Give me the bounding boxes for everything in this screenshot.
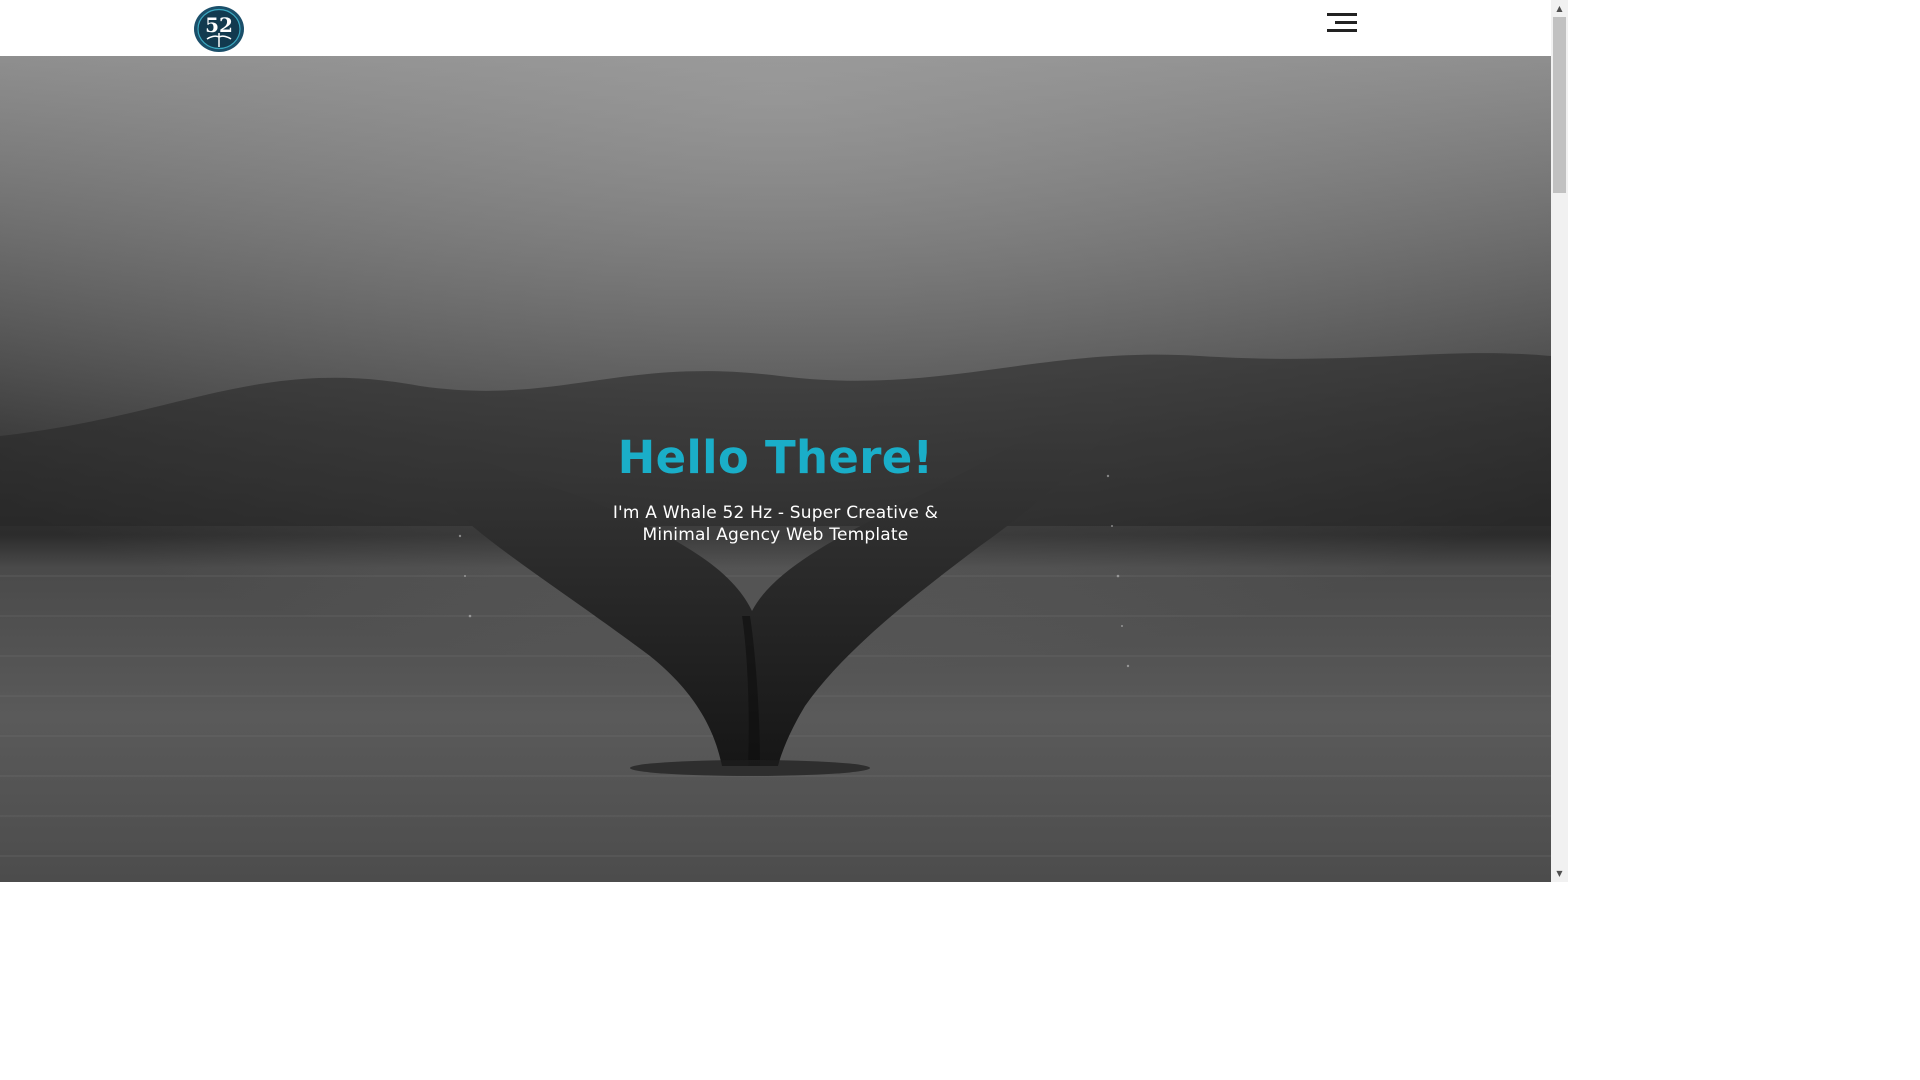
hamburger-menu-button[interactable] [1322,8,1362,38]
scroll-up-arrow-icon[interactable]: ▲ [1551,0,1568,17]
logo[interactable]: 52 [193,5,245,53]
menu-bar-line [1327,29,1357,32]
vertical-scrollbar[interactable]: ▲ ▼ [1551,0,1568,882]
scroll-down-arrow-icon[interactable]: ▼ [1551,865,1568,882]
hero-text-block: Hello There! I'm A Whale 52 Hz - Super C… [0,428,1551,546]
navbar: 52 [0,0,1551,56]
scroll-thumb[interactable] [1553,17,1566,193]
hero-subtitle: I'm A Whale 52 Hz - Super Creative & Min… [612,503,939,545]
menu-bar-line [1335,21,1357,24]
page: 52 Hello There! I'm A Whale 52 Hz - Supe… [0,0,1551,882]
logo-52-icon: 52 [194,6,244,52]
menu-bar-line [1327,13,1357,16]
hero-section: Hello There! I'm A Whale 52 Hz - Super C… [0,56,1551,882]
hero-title: Hello There! [617,431,934,484]
